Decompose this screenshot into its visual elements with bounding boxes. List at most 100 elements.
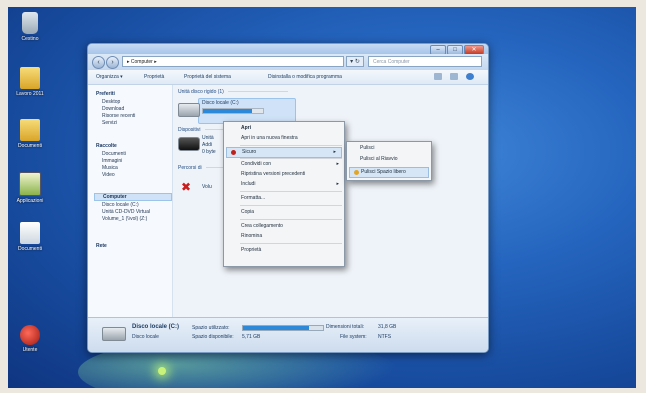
menu-item-rename[interactable]: Rinomina — [224, 232, 344, 241]
hard-drive-icon — [102, 327, 126, 341]
nav-item-music[interactable]: Musica — [102, 165, 118, 171]
command-bar: Organizza ▾ Proprietà Proprietà del sist… — [88, 70, 488, 85]
menu-item-label: Sicuro — [242, 149, 257, 155]
search-input[interactable]: Cerca Computer — [368, 56, 482, 67]
menu-separator — [240, 158, 342, 159]
details-name: Disco locale (C:) — [132, 324, 180, 330]
menu-item-format[interactable]: Formatta... — [224, 194, 344, 203]
nav-libraries[interactable]: Raccolte — [96, 143, 117, 149]
menu-separator — [240, 219, 342, 220]
submenu-arrow-icon: ▸ — [336, 181, 339, 187]
system-properties-button[interactable]: Proprietà del sistema — [184, 74, 231, 80]
details-total-value: 31,8 GB — [378, 324, 397, 330]
submenu-item-clean-on-reboot[interactable]: Pulisci al Riavvio — [347, 155, 431, 164]
forward-button[interactable]: › — [106, 56, 119, 69]
network-drive-label[interactable]: Volu — [202, 184, 212, 190]
section-hard-disks[interactable]: Unità disco rigido (1) — [178, 89, 288, 95]
desktop: Cestino Lavoro 2011 Documenti Applicazio… — [8, 7, 636, 388]
desktop-icon-label: Documenti — [18, 143, 42, 149]
menu-item-restore-versions[interactable]: Ripristina versioni precedenti — [224, 170, 344, 179]
navigation-pane: Preferiti Desktop Download Risorse recen… — [88, 85, 173, 318]
submenu-item-clean[interactable]: Pulisci — [347, 144, 431, 153]
menu-item-label: Ripristina versioni precedenti — [241, 171, 306, 177]
desktop-icon-documents[interactable]: Documenti — [8, 119, 52, 149]
submenu-item-clean-free-space[interactable]: Pulisci Spazio libero — [349, 167, 429, 178]
desktop-icon-applications[interactable]: Applicazioni — [8, 172, 52, 204]
nav-item-desktop[interactable]: Desktop — [102, 99, 120, 105]
nav-network[interactable]: Rete — [96, 243, 107, 249]
menu-item-open-new-window[interactable]: Apri in una nuova finestra — [224, 134, 344, 143]
menu-separator — [240, 205, 342, 206]
dvd-drive-line3: 0 byte — [202, 149, 216, 155]
menu-item-include[interactable]: Includi ▸ — [224, 180, 344, 189]
details-fs-value: NTFS — [378, 334, 392, 340]
wallpaper-light — [158, 367, 166, 375]
dvd-drive-line2: Addi — [202, 142, 213, 148]
dvd-drive-label[interactable]: Unità — [202, 135, 214, 141]
desktop-icon-user[interactable]: Utente — [8, 325, 52, 353]
menu-item-label: Condividi con — [241, 161, 272, 167]
address-input[interactable]: ▸ Computer ▸ — [122, 56, 344, 67]
menu-item-label: Rinomina — [241, 233, 263, 239]
submenu-item-label: Pulisci al Riavvio — [360, 156, 398, 162]
clean-icon — [354, 170, 359, 175]
preview-pane-icon[interactable] — [450, 73, 458, 80]
nav-item-volume[interactable]: Volume_1 (\\vol) (Z:) — [102, 216, 147, 222]
menu-item-label: Copia — [241, 209, 255, 215]
refresh-button[interactable]: ▾ ↻ — [346, 56, 364, 67]
details-usage-fill — [243, 326, 309, 330]
menu-item-label: Includi — [241, 181, 256, 187]
menu-separator — [240, 243, 342, 244]
help-icon[interactable] — [466, 73, 474, 80]
desktop-icon-label: Utente — [22, 347, 38, 353]
properties-button[interactable]: Proprietà — [144, 74, 164, 80]
menu-item-sicuro[interactable]: Sicuro ▸ — [226, 147, 342, 158]
drive-c-usage-bar — [202, 108, 264, 114]
menu-item-copy[interactable]: Copia — [224, 208, 344, 217]
menu-item-label: Apri — [241, 125, 251, 131]
menu-separator — [240, 145, 342, 146]
view-options-icon[interactable] — [434, 73, 442, 80]
nav-item-dvd[interactable]: Unità CD-DVD Virtual — [102, 209, 150, 215]
user-avatar-icon — [20, 325, 40, 345]
menu-item-label: Crea collegamento — [241, 223, 283, 229]
desktop-icon-recycle-bin[interactable]: Cestino — [8, 12, 52, 42]
menu-item-properties[interactable]: Proprietà — [224, 246, 344, 255]
details-total-label: Dimensioni totali: — [326, 324, 365, 330]
desktop-icon-folder[interactable]: Lavoro 2011 — [8, 67, 52, 97]
folder-icon — [20, 67, 40, 89]
back-button[interactable]: ‹ — [92, 56, 105, 69]
menu-item-label: Proprietà — [241, 247, 262, 253]
desktop-icon-label: Applicazioni — [16, 198, 44, 204]
submenu-arrow-icon: ▸ — [333, 149, 336, 155]
hard-drive-icon — [178, 103, 200, 117]
photo-frame: Cestino Lavoro 2011 Documenti Applicazio… — [0, 0, 646, 393]
uninstall-program-button[interactable]: Disinstalla o modifica programma — [268, 74, 342, 80]
menu-item-create-shortcut[interactable]: Crea collegamento — [224, 222, 344, 231]
title-bar[interactable]: – □ ✕ — [88, 44, 488, 55]
organize-button[interactable]: Organizza ▾ — [96, 74, 123, 80]
nav-computer[interactable]: Computer — [94, 193, 172, 201]
details-type: Disco locale — [132, 334, 159, 340]
context-menu: Apri Apri in una nuova finestra Sicuro ▸ … — [223, 121, 345, 267]
nav-item-services[interactable]: Servizi — [102, 120, 117, 126]
details-usage-bar — [242, 325, 324, 331]
drive-c-label[interactable]: Disco locale (C:) — [202, 100, 239, 106]
nav-item-drive-c[interactable]: Disco locale (C:) — [102, 202, 139, 208]
nav-item-images[interactable]: Immagini — [102, 158, 122, 164]
nav-item-video[interactable]: Video — [102, 172, 115, 178]
drive-c-usage-fill — [203, 109, 253, 113]
details-fs-label: File system: — [340, 334, 367, 340]
nav-item-download[interactable]: Download — [102, 106, 124, 112]
details-free-value: 5,71 GB — [242, 334, 261, 340]
menu-item-label: Formatta... — [241, 195, 266, 201]
nav-item-recent[interactable]: Risorse recenti — [102, 113, 135, 119]
nav-favorites[interactable]: Preferiti — [96, 91, 115, 97]
dvd-drive-icon — [178, 137, 200, 151]
menu-item-open[interactable]: Apri — [224, 124, 344, 133]
desktop-icon-file[interactable]: Documenti — [8, 222, 52, 252]
submenu-item-label: Pulisci Spazio libero — [361, 169, 406, 175]
nav-item-documents[interactable]: Documenti — [102, 151, 126, 157]
application-icon — [19, 172, 41, 196]
menu-item-share-with[interactable]: Condividi con ▸ — [224, 160, 344, 169]
